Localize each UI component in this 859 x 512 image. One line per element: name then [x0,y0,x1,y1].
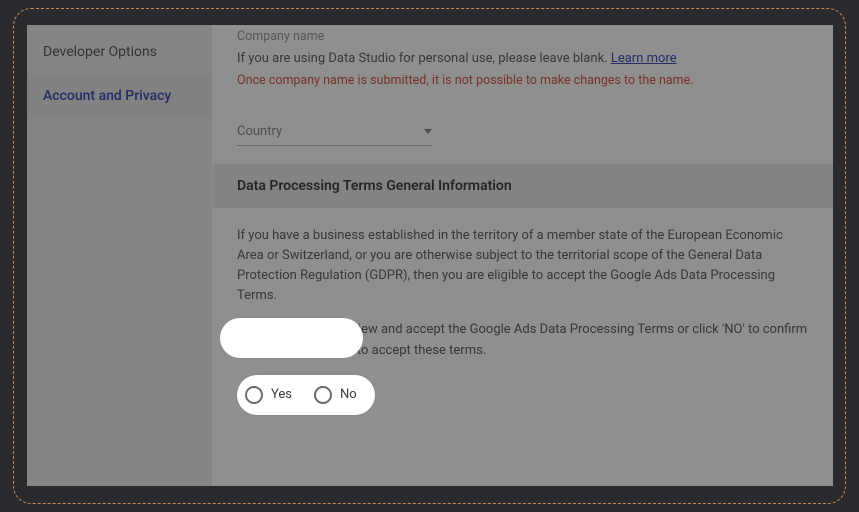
company-name-label: Company name [237,29,809,44]
highlight-pill [220,318,363,358]
learn-more-link[interactable]: Learn more [611,51,677,66]
sidebar-item-developer-options[interactable]: Developer Options [27,30,212,74]
data-processing-header: Data Processing Terms General Informatio… [213,164,833,208]
settings-panel: Developer Options Account and Privacy Co… [27,25,833,486]
radio-label-no: No [340,385,357,405]
data-processing-body: If you have a business established in th… [213,208,833,425]
terms-radio-group: Yes No [237,375,375,415]
radio-icon [314,386,332,404]
terms-paragraph-1: If you have a business established in th… [237,226,809,307]
settings-sidebar: Developer Options Account and Privacy [27,25,212,486]
terms-radio-no[interactable]: No [314,385,357,405]
sidebar-item-label: Developer Options [43,44,157,60]
sidebar-item-account-privacy[interactable]: Account and Privacy [27,74,212,118]
sidebar-item-label: Account and Privacy [43,88,171,104]
country-select[interactable]: Country [237,120,432,146]
company-helper-text: If you are using Data Studio for persona… [237,50,809,69]
radio-label-yes: Yes [271,385,292,405]
company-section: Company name If you are using Data Studi… [213,25,833,164]
terms-radio-yes[interactable]: Yes [245,385,292,405]
chevron-down-icon [424,129,432,134]
radio-icon [245,386,263,404]
settings-content: Company name If you are using Data Studi… [213,25,833,486]
company-warning-text: Once company name is submitted, it is no… [237,73,809,88]
country-select-label: Country [237,124,282,139]
